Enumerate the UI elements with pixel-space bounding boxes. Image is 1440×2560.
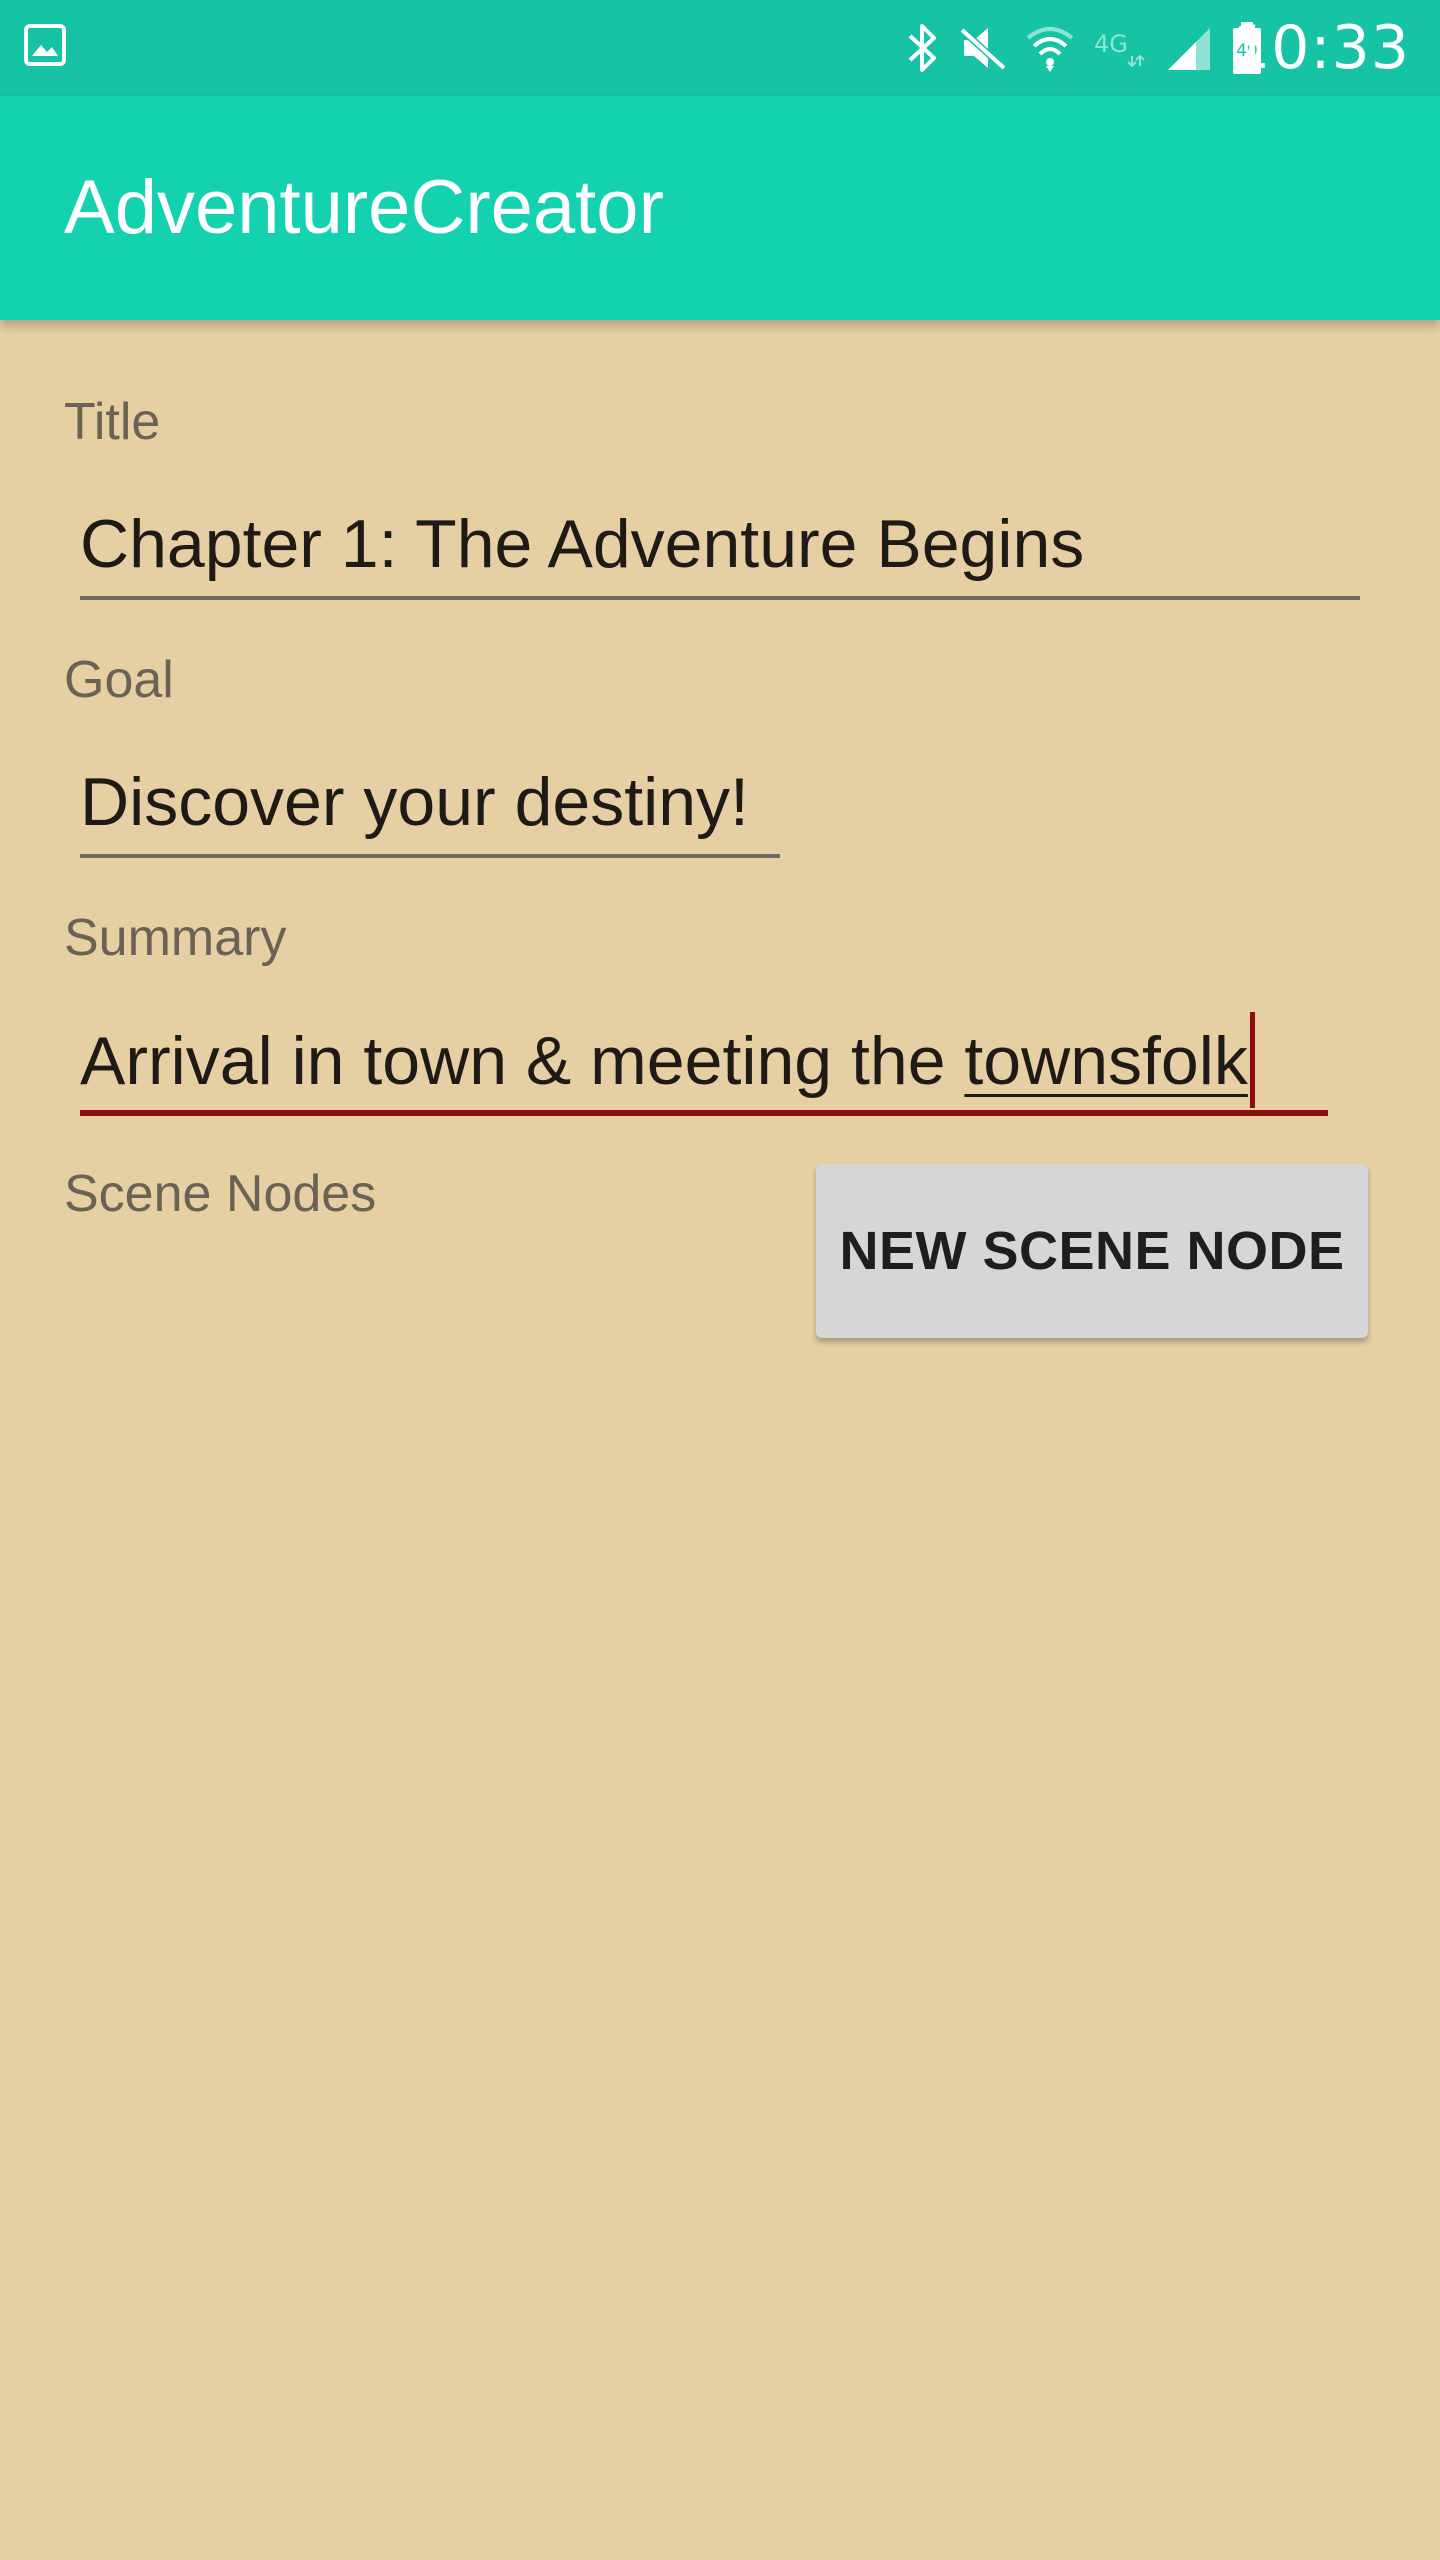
- goal-label: Goal: [64, 651, 174, 709]
- goal-field[interactable]: Discover your destiny!: [80, 762, 780, 858]
- signal-icon: [1168, 28, 1210, 70]
- gallery-icon: [24, 24, 66, 66]
- title-field-value: Chapter 1: The Adventure Begins: [80, 506, 1085, 582]
- scene-nodes-label: Scene Nodes: [64, 1165, 377, 1223]
- title-label: Title: [64, 393, 161, 451]
- bluetooth-icon: [908, 24, 936, 72]
- status-icons: 4G 49: [906, 18, 1264, 78]
- wifi-icon: [1026, 27, 1074, 72]
- app-bar: AdventureCreator: [0, 96, 1440, 320]
- status-bar: 4G 49 10:33: [0, 0, 1440, 96]
- app-title: AdventureCreator: [64, 165, 664, 250]
- mute-icon: [959, 27, 1007, 71]
- text-caret: [1249, 1012, 1255, 1108]
- new-scene-node-button[interactable]: NEW SCENE NODE: [816, 1164, 1368, 1338]
- summary-composing-text: townsfolk: [964, 1022, 1248, 1099]
- goal-field-value: Discover your destiny!: [80, 764, 749, 840]
- lte-icon: 4G: [1094, 30, 1145, 68]
- summary-label: Summary: [64, 909, 287, 967]
- svg-text:4G: 4G: [1094, 30, 1128, 58]
- status-time: 10:33: [1232, 13, 1410, 83]
- title-field[interactable]: Chapter 1: The Adventure Begins: [80, 504, 1360, 600]
- summary-field[interactable]: Arrival in town & meeting the townsfolk: [80, 1012, 1328, 1116]
- summary-field-value: Arrival in town & meeting the: [80, 1022, 965, 1099]
